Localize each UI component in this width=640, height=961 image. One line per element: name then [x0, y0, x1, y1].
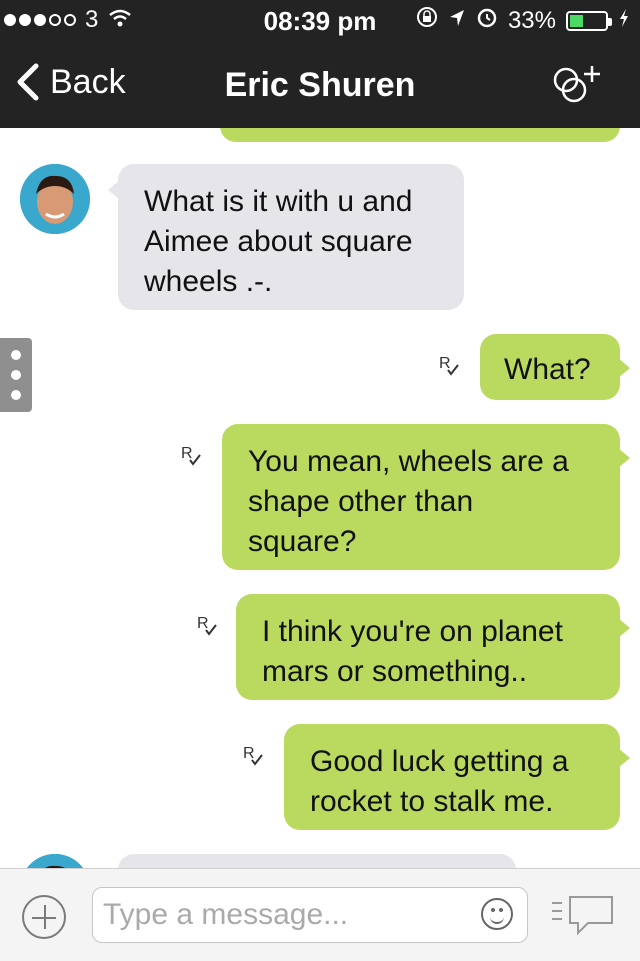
send-button[interactable]	[548, 893, 618, 939]
message-bubble-incoming[interactable]: What is it with u and Aimee about square…	[108, 164, 464, 310]
top-bar: 3 08:39 pm 33% Back Eric Shuren	[0, 0, 640, 128]
add-group-icon	[553, 66, 600, 103]
read-receipt-icon: R	[438, 352, 462, 383]
message-text-line: square?	[248, 525, 357, 558]
read-receipt-icon: R	[242, 742, 266, 773]
status-bar: 3 08:39 pm 33%	[0, 0, 640, 40]
message-text-line: I think you're on planet	[262, 615, 563, 648]
message-text-line: shape other than	[248, 485, 474, 518]
message-text-line: You mean, wheels are a	[248, 445, 569, 478]
message-bubble-incoming[interactable]	[118, 854, 516, 868]
message-text-line: Aimee about square	[144, 225, 413, 258]
previous-message-bubble	[220, 128, 620, 142]
read-receipt-icon: R	[196, 612, 220, 643]
message-text-line: mars or something..	[262, 655, 528, 688]
add-attachment-button[interactable]	[22, 895, 66, 939]
contact-avatar[interactable]	[20, 854, 90, 868]
message-text-line: What is it with u and	[144, 185, 413, 218]
message-bubble-outgoing[interactable]: I think you're on planet mars or somethi…	[236, 594, 630, 700]
message-text-line: Good luck getting a	[310, 745, 569, 778]
battery-percent: 33%	[507, 6, 556, 34]
battery-icon	[566, 10, 612, 31]
contact-avatar[interactable]	[20, 164, 90, 234]
emoji-icon[interactable]	[481, 898, 513, 930]
message-composer	[0, 868, 640, 961]
message-bubble-outgoing[interactable]: You mean, wheels are a shape other than …	[222, 424, 630, 570]
alarm-icon	[476, 6, 498, 35]
message-text-line: wheels .-.	[144, 265, 273, 298]
navigation-bar: Back Eric Shuren	[0, 44, 640, 128]
message-bubble-outgoing[interactable]: Good luck getting a rocket to stalk me.	[284, 724, 630, 830]
add-participant-button[interactable]	[550, 64, 610, 114]
message-input[interactable]	[93, 888, 445, 942]
location-arrow-icon	[448, 7, 466, 35]
conversation-title: Eric Shuren	[224, 66, 416, 104]
charging-bolt-icon	[618, 7, 630, 35]
rotation-lock-icon	[416, 6, 438, 35]
side-drawer-handle[interactable]	[0, 338, 32, 412]
read-receipt-icon: R	[180, 442, 204, 473]
chat-bubble-icon	[552, 896, 613, 936]
message-text-line: rocket to stalk me.	[310, 785, 554, 818]
message-text-line: What?	[504, 353, 591, 386]
message-bubble-outgoing[interactable]: What?	[480, 334, 630, 400]
chat-thread[interactable]: What is it with u and Aimee about square…	[0, 128, 640, 868]
message-input-container[interactable]	[92, 887, 528, 943]
